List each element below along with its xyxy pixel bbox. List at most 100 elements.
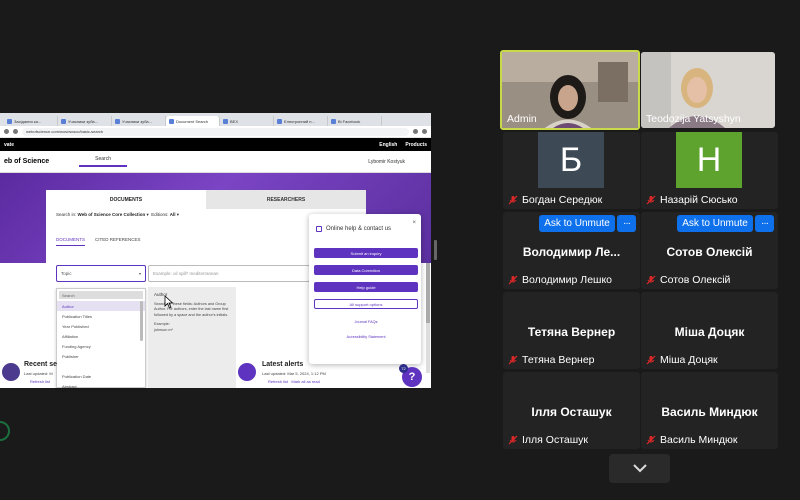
dropdown-item[interactable]: Publication Titles [57,311,145,321]
participant-tile[interactable]: Ask to Unmute ··· Сотов Олексій Сотов Ол… [641,212,778,289]
data-correction-button[interactable]: Data Correction [314,265,418,275]
browser-tab[interactable]: Засідання ка... [4,116,58,126]
recent-searches: Recent se Last updated: M Refresh list [0,358,150,388]
participant-tile[interactable]: Василь Миндюк Василь Миндюк [641,372,778,449]
participant-name: Admin [507,113,537,125]
participant-tile[interactable]: Ask to Unmute ··· Володимир Ле... Володи… [503,212,640,289]
submit-inquiry-button[interactable]: Submit an inquiry [314,248,418,258]
more-options-button[interactable]: ··· [617,215,636,232]
close-icon[interactable]: × [412,220,416,226]
address-bar[interactable]: webofscience.com/wos/woscc/basic-search [22,127,409,136]
profile-icon[interactable] [422,129,427,134]
chevron-down-icon [632,464,647,473]
mic-muted-icon [646,355,656,365]
participant-tile[interactable]: Міша Доцяк Міша Доцяк [641,292,778,369]
tab-favicon-icon [331,118,336,124]
participant-name: Богдан Середюк [508,194,602,206]
participant-tile[interactable]: Б Богдан Середюк [503,132,640,209]
scroll-down-button[interactable] [609,454,670,483]
split-view-handle[interactable] [434,240,437,260]
mic-muted-icon [646,275,656,285]
browser-urlbar: webofscience.com/wos/woscc/basic-search [0,126,431,138]
browser-tab[interactable]: Електронний н... [274,116,328,126]
participant-avatar: Б [538,132,604,188]
participant-name: Міша Доцяк [646,354,718,366]
search-in-row: Search in: Web of Science Core Collectio… [56,212,180,217]
mic-muted-icon [508,435,518,445]
participant-display-name: Ілля Осташук [531,405,612,419]
browser-tab[interactable]: ВЕХ [220,116,274,126]
wos-logo[interactable]: eb of Science [4,158,49,165]
mic-muted-icon [508,195,518,205]
document-subtabs: DOCUMENTS CITED REFERENCES [56,237,141,246]
dropdown-item[interactable]: Author [57,301,145,311]
participant-name: Ілля Осташук [508,434,588,446]
ask-to-unmute-button[interactable]: Ask to Unmute [539,215,615,232]
subtab-documents[interactable]: DOCUMENTS [56,237,85,246]
notification-badge: 72 [399,364,408,373]
participant-name: Тетяна Вернер [508,354,595,366]
participant-display-name: Тетяна Вернер [527,325,616,339]
refresh-list-link[interactable]: Refresh list [30,379,50,384]
participant-tile[interactable]: Teodozija Yatsyshyn [641,52,775,128]
accessibility-link[interactable]: Accessibility Statement [314,335,418,339]
chevron-down-icon: ▾ [138,271,141,276]
clarivate-brand: vate [4,141,15,148]
tab-favicon-icon [115,118,120,124]
browser-tab-active[interactable]: Document Search [166,116,220,126]
nav-search[interactable]: Search [79,156,127,167]
browser-tab[interactable]: Ві Facebook [328,116,382,126]
help-panel: Online help & contact us × Submit an inq… [309,214,421,364]
dropdown-item[interactable]: Year Published [57,321,145,331]
help-guide-button[interactable]: Help guide [314,282,418,292]
participant-display-name: Міша Доцяк [674,325,745,339]
tab-researchers[interactable]: RESEARCHERS [206,190,366,209]
field-tooltip: Author Search for these fields: Authors … [148,287,236,388]
wos-topbar: vate English Products [0,138,431,151]
page-scrollbar[interactable] [426,253,430,373]
participant-avatar: H [676,132,742,188]
subtab-cited-references[interactable]: CITED REFERENCES [95,237,141,246]
mic-muted-icon [508,355,518,365]
participant-display-name: Василь Миндюк [661,405,758,419]
mark-all-read-link[interactable]: Mark all as read [291,379,319,384]
browser-tab[interactable]: Учасники зуба... [58,116,112,126]
participant-display-name: Володимир Ле... [522,245,621,259]
mic-muted-icon [646,195,656,205]
dropdown-item[interactable]: Funding Agency [57,341,145,351]
participant-name: Василь Миндюк [646,434,737,446]
collection-select[interactable]: Web of Science Core Collection [78,212,146,217]
products-menu[interactable]: Products [405,142,427,148]
wos-header: eb of Science Search Lybomir Kostyuk [0,151,431,173]
browser-tab[interactable]: Учасники зуба... [112,116,166,126]
more-options-button[interactable]: ··· [755,215,774,232]
tab-favicon-icon [223,118,228,124]
ask-to-unmute-button[interactable]: Ask to Unmute [677,215,753,232]
journal-faqs-link[interactable]: Journal FAQs [314,320,418,324]
mouse-cursor-icon [164,295,174,309]
all-support-options-button[interactable]: All support options [314,299,418,309]
query-input[interactable]: Example: oil spill* mediterranean [148,265,310,282]
participant-tile[interactable]: Admin [500,50,640,130]
participant-name: Володимир Лешко [508,274,612,286]
participant-tile[interactable]: Тетяна Вернер Тетяна Вернер [503,292,640,369]
editions-select[interactable]: All [170,212,176,217]
extension-icon[interactable] [413,129,418,134]
tab-documents[interactable]: DOCUMENTS [46,190,206,209]
field-select[interactable]: Topic ▾ [56,265,146,282]
dropdown-scrollbar[interactable] [140,301,143,341]
bell-icon [238,363,256,381]
tab-favicon-icon [7,118,12,124]
back-icon[interactable] [4,129,9,134]
participant-tile[interactable]: Ілля Осташук Ілля Осташук [503,372,640,449]
participant-tile[interactable]: H Назарій Сюсько [641,132,778,209]
participant-display-name: Сотов Олексій [666,245,753,259]
language-menu[interactable]: English [379,142,397,148]
participant-name: Сотов Олексій [646,274,730,286]
tab-favicon-icon [277,118,282,124]
reload-icon[interactable] [13,129,18,134]
dropdown-search-input[interactable]: Search [59,291,143,299]
user-menu[interactable]: Lybomir Kostyuk [368,159,405,165]
help-panel-title: Online help & contact us [316,226,391,232]
dropdown-item[interactable]: Affiliation [57,331,145,341]
